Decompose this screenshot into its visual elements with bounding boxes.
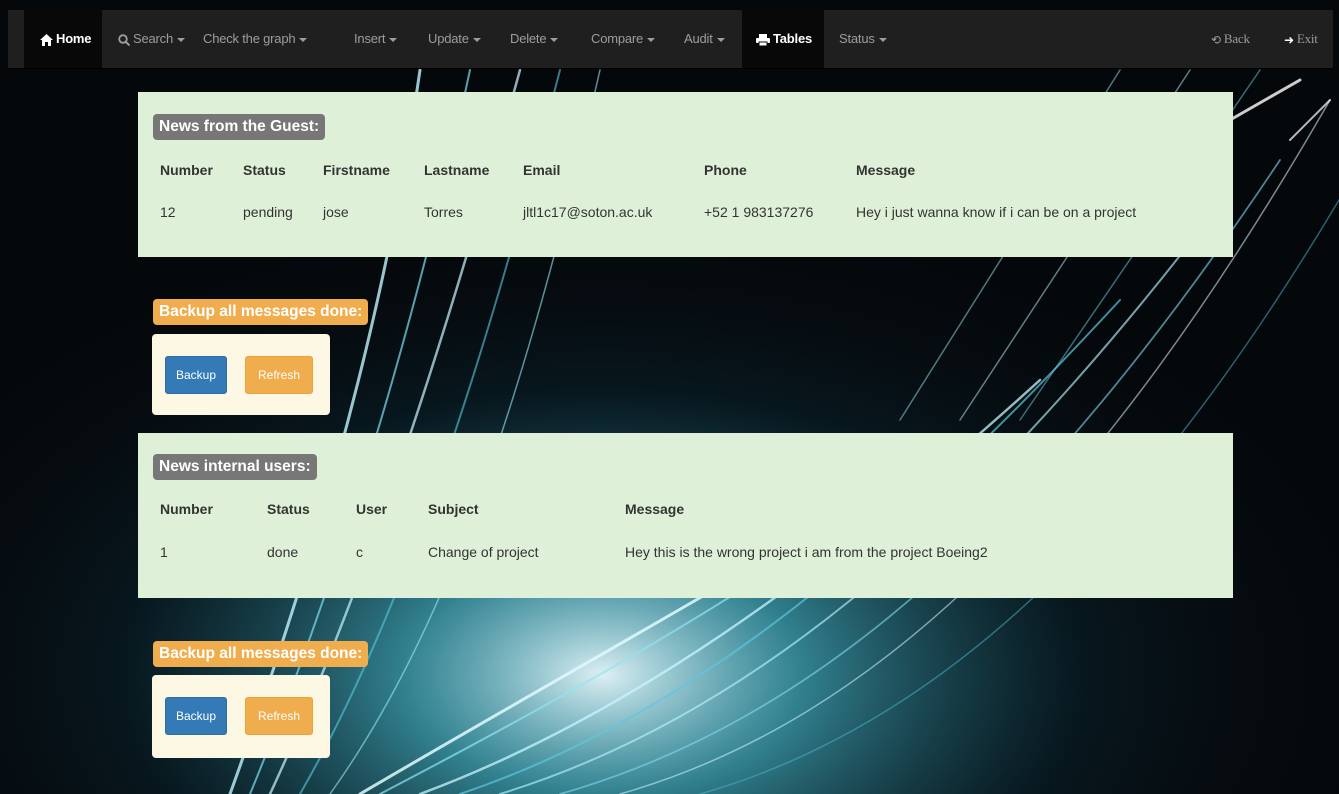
nav-audit-label: Audit — [684, 31, 713, 46]
chevron-down-icon — [389, 37, 398, 42]
internal-cell-status: done — [267, 544, 299, 560]
chevron-down-icon — [299, 37, 308, 42]
top-navbar: Home Search Check the graph Insert Updat… — [8, 10, 1333, 69]
internal-header-user: User — [356, 501, 388, 517]
guest-header-status: Status — [243, 162, 286, 178]
exit-icon: ➜ — [1284, 33, 1294, 48]
nav-check-graph[interactable]: Check the graph — [203, 10, 308, 68]
refresh-button-1[interactable]: Refresh — [245, 356, 313, 394]
nav-compare[interactable]: Compare — [591, 10, 656, 68]
backup-button-2[interactable]: Backup — [165, 697, 227, 735]
backup-actions-box-2: Backup Refresh — [152, 675, 330, 758]
backup-actions-box-1: Backup Refresh — [152, 334, 330, 415]
nav-back[interactable]: ⟲ Back — [1211, 10, 1250, 68]
guest-cell-lastname: Torres — [424, 204, 463, 220]
refresh-button-2[interactable]: Refresh — [245, 697, 313, 735]
search-icon — [118, 33, 130, 46]
internal-cell-message: Hey this is the wrong project i am from … — [625, 544, 988, 560]
nav-search[interactable]: Search — [118, 10, 185, 68]
chevron-down-icon — [472, 37, 481, 42]
guest-cell-firstname: jose — [323, 204, 349, 220]
chevron-down-icon — [647, 37, 656, 42]
nav-home[interactable]: Home — [24, 10, 102, 68]
nav-back-label: Back — [1223, 31, 1250, 46]
nav-tables-label: Tables — [773, 31, 813, 46]
guest-news-title: News from the Guest: — [153, 114, 326, 140]
internal-header-subject: Subject — [428, 501, 479, 517]
guest-header-message: Message — [856, 162, 916, 178]
nav-exit[interactable]: ➜ Exit — [1284, 10, 1318, 68]
chevron-down-icon — [716, 37, 725, 42]
nav-audit[interactable]: Audit — [684, 10, 725, 68]
print-icon — [756, 33, 770, 46]
nav-home-label: Home — [56, 31, 92, 46]
backup-button-1[interactable]: Backup — [165, 356, 227, 394]
internal-header-number: Number — [160, 501, 213, 517]
guest-header-number: Number — [160, 162, 213, 178]
nav-delete-label: Delete — [510, 31, 547, 46]
nav-exit-label: Exit — [1296, 31, 1318, 46]
nav-update[interactable]: Update — [428, 10, 481, 68]
guest-news-panel: News from the Guest: Number Status First… — [138, 92, 1233, 257]
back-icon: ⟲ — [1211, 33, 1221, 48]
internal-cell-user: c — [356, 544, 363, 560]
internal-news-title: News internal users: — [153, 454, 317, 480]
nav-update-label: Update — [428, 31, 469, 46]
home-icon — [40, 33, 53, 46]
chevron-down-icon — [177, 37, 185, 42]
guest-header-email: Email — [523, 162, 561, 178]
nav-insert[interactable]: Insert — [354, 10, 398, 68]
guest-cell-phone: +52 1 983137276 — [704, 204, 814, 220]
internal-news-panel: News internal users: Number Status User … — [138, 433, 1233, 598]
chevron-down-icon — [550, 37, 559, 42]
internal-cell-subject: Change of project — [428, 544, 539, 560]
guest-cell-email: jltl1c17@soton.ac.uk — [523, 204, 653, 220]
internal-header-status: Status — [267, 501, 310, 517]
chevron-down-icon — [878, 37, 887, 42]
nav-status-label: Status — [839, 31, 875, 46]
nav-compare-label: Compare — [591, 31, 644, 46]
nav-insert-label: Insert — [354, 31, 386, 46]
internal-header-message: Message — [625, 501, 685, 517]
guest-header-phone: Phone — [704, 162, 747, 178]
guest-cell-status: pending — [243, 204, 293, 220]
backup-status-label-1: Backup all messages done: — [153, 299, 369, 325]
guest-cell-message: Hey i just wanna know if i can be on a p… — [856, 204, 1137, 220]
nav-check-graph-label: Check the graph — [203, 31, 296, 46]
guest-header-lastname: Lastname — [424, 162, 490, 178]
nav-search-label: Search — [133, 31, 173, 46]
internal-cell-number: 1 — [160, 544, 168, 560]
guest-cell-number: 12 — [160, 204, 176, 220]
nav-delete[interactable]: Delete — [510, 10, 559, 68]
backup-status-label-2: Backup all messages done: — [153, 641, 369, 667]
guest-header-firstname: Firstname — [323, 162, 390, 178]
nav-tables[interactable]: Tables — [742, 10, 824, 68]
nav-status[interactable]: Status — [839, 10, 887, 68]
